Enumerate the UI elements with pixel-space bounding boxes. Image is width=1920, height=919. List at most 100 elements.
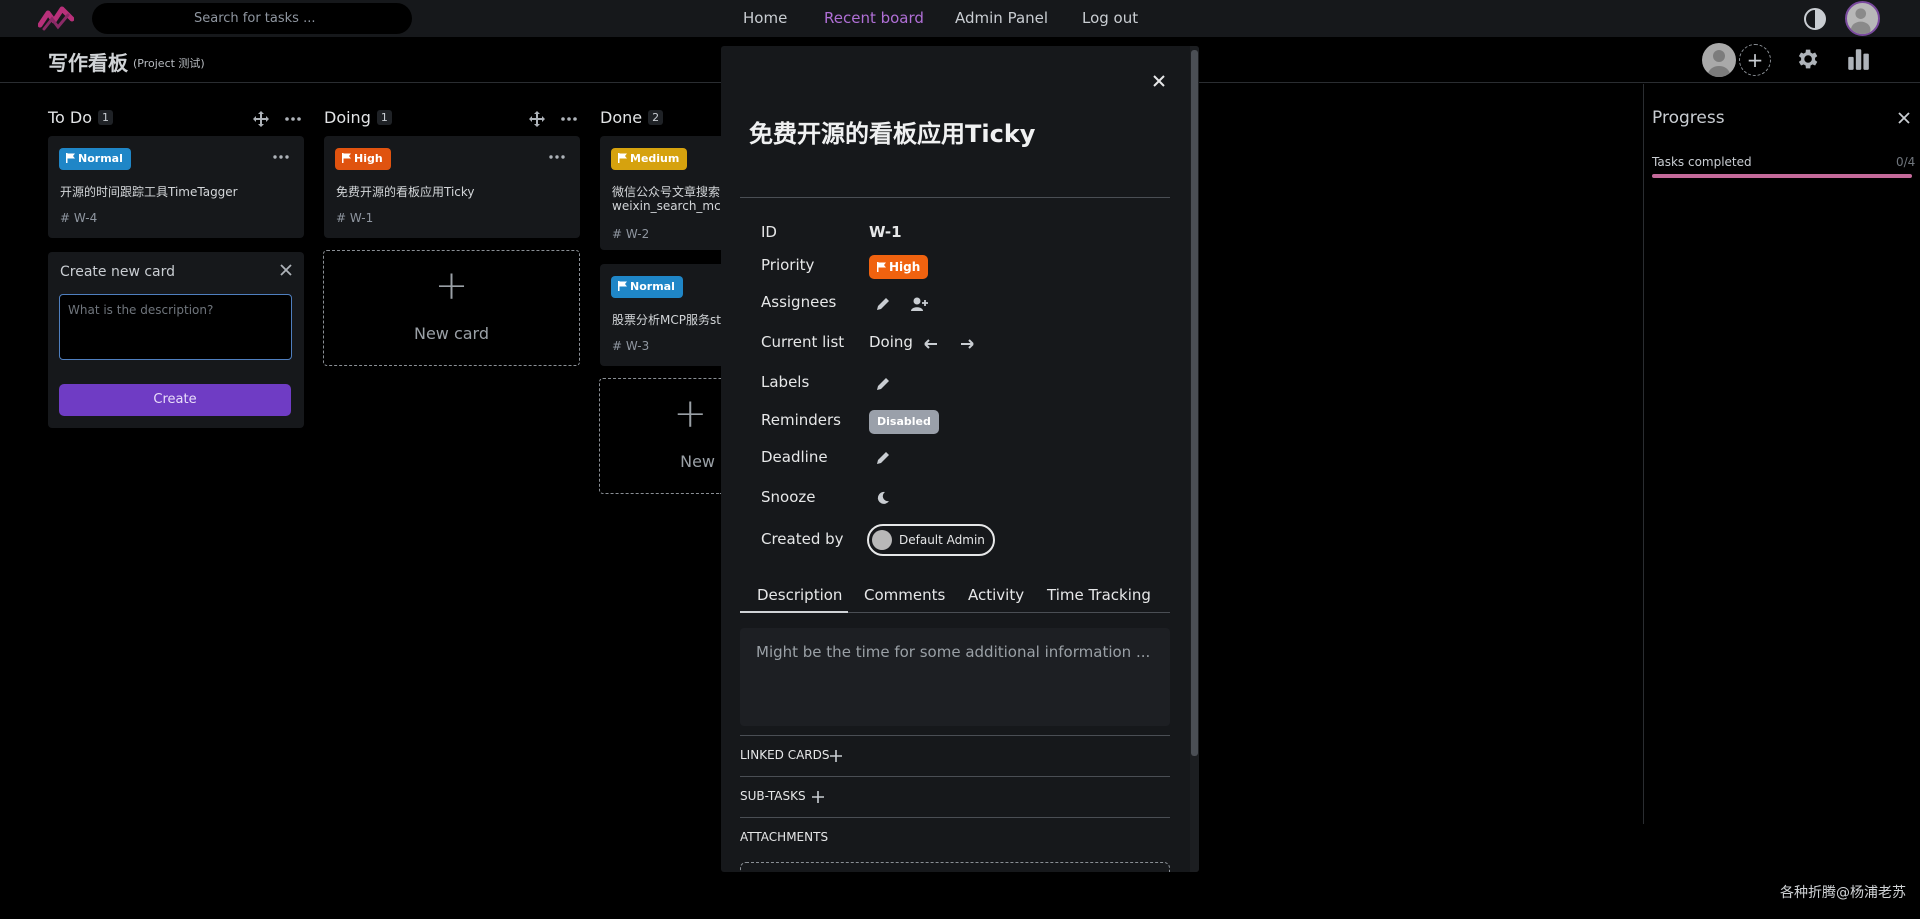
card-title: 微信公众号文章搜索 [612,185,721,199]
user-avatar[interactable] [1845,1,1880,36]
plus-icon: + [673,391,707,437]
board-title: 写作看板 [48,51,128,75]
search-input[interactable]: Search for tasks ... [92,3,412,34]
plus-icon: + [434,263,469,309]
description-editor[interactable]: Might be the time for some additional in… [740,628,1170,726]
tab-description[interactable]: Description [757,586,842,604]
priority-badge: Normal [611,276,683,298]
watermark: 各种折腾@杨浦老苏 [1780,885,1906,901]
card-menu-icon[interactable] [548,150,566,164]
pencil-icon[interactable] [875,376,891,392]
reminders-badge[interactable]: Disabled [869,410,939,434]
add-sub-task-icon[interactable] [811,790,825,804]
moon-icon[interactable] [875,490,891,506]
flag-icon [342,153,351,163]
theme-toggle-icon[interactable] [1803,7,1827,31]
move-icon[interactable] [252,110,270,128]
pencil-icon[interactable] [875,450,891,466]
id-value: W-1 [869,223,902,241]
new-card-label: New [680,452,715,471]
current-list-label: Current list [761,333,845,351]
move-icon[interactable] [528,110,546,128]
create-card-title: Create new card [60,264,176,280]
card-w-4[interactable]: Normal 开源的时间跟踪工具TimeTagger # W-4 [48,136,304,238]
nav-home[interactable]: Home [743,0,787,37]
modal-scroll-thumb[interactable] [1191,50,1198,756]
progress-bar [1652,174,1912,178]
flag-icon [618,153,627,163]
arrow-left-icon[interactable] [923,336,939,352]
assignees-label: Assignees [761,293,837,311]
card-w-3[interactable]: Normal 股票分析MCP服务sto # W-3 [600,264,721,366]
new-card-label: New card [413,324,490,343]
arrow-right-icon[interactable] [959,336,975,352]
close-icon[interactable] [1149,71,1169,91]
card-w-1[interactable]: High 免费开源的看板应用Ticky # W-1 [324,136,580,238]
flag-icon [877,262,886,272]
avatar [872,530,892,550]
card-w-2[interactable]: Medium 微信公众号文章搜索 weixin_search_mcp # W-2 [600,136,721,250]
column-count: 2 [648,110,664,125]
modal-card-title[interactable]: 免费开源的看板应用Ticky [749,114,1035,149]
id-label: ID [761,223,777,241]
divider [740,197,1170,198]
column-title-doing: Doing 1 [324,108,392,127]
nav-admin-panel[interactable]: Admin Panel [955,0,1048,37]
board-member-avatar[interactable] [1702,43,1736,77]
card-menu-icon[interactable] [272,150,290,164]
add-member-button[interactable]: + [1739,44,1771,76]
add-user-icon[interactable] [911,296,929,312]
divider [740,817,1170,818]
column-title-done: Done 2 [600,108,664,127]
card-description-input[interactable]: What is the description? [59,294,292,360]
tab-comments[interactable]: Comments [864,586,945,604]
nav-recent-board[interactable]: Recent board [824,0,924,37]
close-icon[interactable] [278,262,294,278]
current-list-value: Doing [869,333,913,351]
progress-title: Progress [1652,108,1725,128]
labels-label: Labels [761,373,810,391]
priority-badge: Normal [59,148,131,170]
add-linked-card-icon[interactable] [829,749,843,763]
snooze-label: Snooze [761,488,816,506]
attachments-section: ATTACHMENTS [740,830,829,844]
column-count: 1 [376,110,392,125]
tasks-completed-label: Tasks completed [1652,155,1752,169]
tab-activity[interactable]: Activity [968,586,1024,604]
card-id: # W-4 [60,211,98,225]
new-card-button[interactable]: + New [599,378,721,494]
creator-chip[interactable]: Default Admin [867,524,995,556]
board-subtitle: (Project 测试) [133,57,205,70]
close-icon[interactable] [1896,110,1912,126]
card-title: 股票分析MCP服务sto [612,313,721,327]
flag-icon [66,153,75,163]
gear-icon[interactable] [1794,46,1820,72]
create-button[interactable]: Create [59,384,291,416]
priority-badge: Medium [611,148,688,170]
column-menu-icon[interactable] [284,110,302,128]
bar-chart-icon[interactable] [1845,46,1871,72]
created-by-label: Created by [761,530,844,548]
column-title-todo: To Do 1 [48,108,114,127]
reminders-label: Reminders [761,411,841,429]
pencil-icon[interactable] [875,296,891,312]
priority-label: Priority [761,256,815,274]
flag-icon [618,281,627,291]
card-id: # W-1 [336,211,374,225]
tasks-completed-count: 0/4 [1896,155,1916,169]
priority-badge[interactable]: High [869,255,929,279]
attachment-dropzone[interactable] [740,862,1170,872]
nav-log-out[interactable]: Log out [1082,0,1138,37]
deadline-label: Deadline [761,448,828,466]
progress-panel: Progress Tasks completed 0/4 [1643,84,1920,824]
divider [740,776,1170,777]
new-card-button[interactable]: + New card [323,250,580,366]
card-title-line2: weixin_search_mcp [612,199,721,213]
card-id: # W-2 [612,227,650,241]
linked-cards-section: LINKED CARDS [740,748,830,762]
column-menu-icon[interactable] [560,110,578,128]
card-detail-modal: 免费开源的看板应用Ticky ID W-1 Priority High Assi… [721,46,1199,872]
app-logo-icon[interactable] [38,5,74,31]
priority-badge: High [335,148,391,170]
tab-time-tracking[interactable]: Time Tracking [1047,586,1151,604]
